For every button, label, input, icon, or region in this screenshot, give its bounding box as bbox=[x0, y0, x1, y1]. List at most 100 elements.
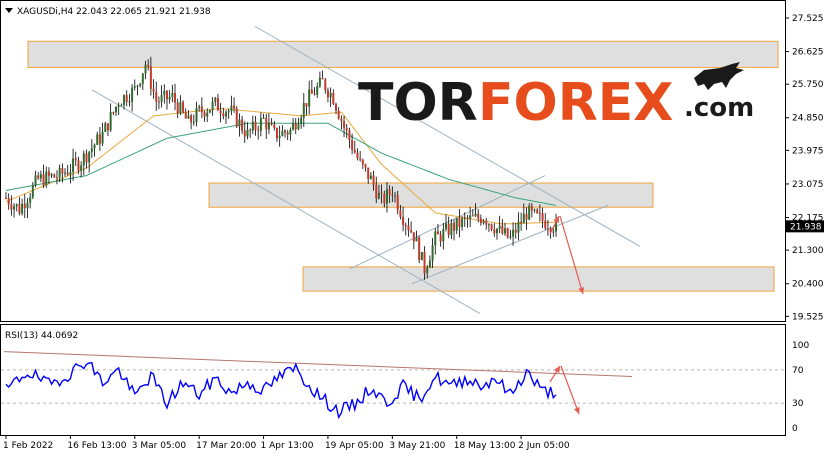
price-tick-label: 26.625 bbox=[792, 48, 824, 58]
candle-body bbox=[536, 209, 539, 213]
candle-body bbox=[431, 245, 434, 261]
candle-body bbox=[10, 204, 13, 210]
candle-body bbox=[216, 97, 219, 111]
candle-body bbox=[168, 96, 171, 100]
candle-body bbox=[139, 83, 142, 86]
candle-body bbox=[66, 172, 69, 175]
candle-body bbox=[238, 119, 241, 127]
candle-body bbox=[332, 92, 335, 105]
candle-body bbox=[13, 206, 16, 210]
candle-body bbox=[241, 119, 244, 131]
candle-body bbox=[310, 89, 313, 94]
candle-body bbox=[477, 213, 480, 219]
candle-body bbox=[80, 165, 83, 171]
candle-body bbox=[72, 158, 75, 172]
candle-body bbox=[361, 159, 364, 165]
candle-body bbox=[289, 129, 292, 135]
candle-body bbox=[163, 90, 166, 95]
candle-body bbox=[525, 213, 528, 220]
candle-body bbox=[546, 228, 549, 230]
time-tick-label: 3 May 21:00 bbox=[389, 441, 445, 451]
candle-body bbox=[15, 204, 18, 207]
candle-body bbox=[133, 86, 136, 88]
candle-body bbox=[211, 101, 214, 111]
candle-body bbox=[415, 237, 418, 242]
candle-body bbox=[125, 95, 128, 102]
price-tick-label: 24.850 bbox=[792, 114, 824, 124]
candle-body bbox=[55, 177, 58, 179]
candle-body bbox=[436, 231, 439, 235]
current-price-marker: 21.938 bbox=[786, 220, 824, 233]
candle-body bbox=[294, 123, 297, 130]
candle-body bbox=[469, 215, 472, 220]
candle-body bbox=[316, 86, 319, 95]
candle-body bbox=[528, 205, 531, 220]
candle-body bbox=[128, 101, 131, 103]
candle-body bbox=[58, 167, 61, 178]
candle-body bbox=[337, 110, 340, 119]
candle-body bbox=[420, 252, 423, 261]
candle-body bbox=[453, 222, 456, 231]
candle-body bbox=[455, 217, 458, 231]
candle-body bbox=[53, 174, 56, 178]
candle-body bbox=[230, 105, 233, 112]
candle-body bbox=[39, 174, 42, 179]
price-tick-label: 21.300 bbox=[792, 246, 824, 256]
candle-body bbox=[101, 131, 104, 144]
candle-body bbox=[104, 123, 107, 132]
candle-body bbox=[434, 231, 437, 246]
candle-body bbox=[259, 118, 262, 131]
chart-canvas: TOR FOREX .com XAGUSDi,H4 22.043 22.065 … bbox=[0, 0, 824, 451]
candle-body bbox=[300, 117, 303, 125]
candle-body bbox=[23, 203, 26, 209]
candle-body bbox=[225, 112, 227, 117]
symbol-header-text: XAGUSDi,H4 22.043 22.065 21.921 21.938 bbox=[17, 7, 211, 17]
candle-body bbox=[115, 106, 117, 113]
candle-body bbox=[93, 144, 96, 149]
candle-body bbox=[136, 85, 139, 87]
rsi-axis: 100 70 30 0 bbox=[792, 341, 809, 434]
candle-body bbox=[281, 130, 284, 136]
symbol-header: XAGUSDi,H4 22.043 22.065 21.921 21.938 bbox=[5, 7, 211, 17]
candle-body bbox=[249, 129, 252, 131]
candle-body bbox=[466, 218, 469, 220]
time-tick-label: 19 Apr 05:00 bbox=[325, 441, 384, 451]
candle-body bbox=[61, 167, 64, 174]
candle-body bbox=[343, 121, 346, 128]
rsi-tick-label: 30 bbox=[792, 399, 804, 409]
candle-body bbox=[506, 228, 509, 238]
candle-body bbox=[404, 224, 407, 226]
candle-body bbox=[324, 79, 327, 91]
candle-body bbox=[82, 153, 85, 166]
candle-body bbox=[21, 203, 24, 214]
price-axis: 27.52526.62525.75024.85023.97523.07522.1… bbox=[785, 14, 824, 322]
logo-forex: FOREX bbox=[478, 73, 673, 133]
candle-body bbox=[144, 64, 147, 74]
price-tick-label: 19.525 bbox=[792, 312, 824, 322]
candle-body bbox=[479, 218, 482, 224]
candle-body bbox=[74, 158, 77, 161]
candle-body bbox=[487, 224, 490, 226]
candle-body bbox=[388, 189, 391, 195]
logo-com: .com bbox=[684, 93, 754, 123]
candle-body bbox=[394, 195, 397, 197]
candle-body bbox=[447, 223, 450, 236]
candle-body bbox=[200, 106, 203, 113]
candle-body bbox=[302, 103, 305, 118]
time-tick-label: 16 Feb 13:00 bbox=[67, 441, 126, 451]
candle-body bbox=[187, 115, 190, 119]
candle-body bbox=[254, 121, 257, 130]
candle-body bbox=[7, 198, 10, 205]
price-tick-label: 23.075 bbox=[792, 180, 824, 190]
candle-body bbox=[233, 105, 236, 109]
candle-body bbox=[222, 113, 225, 117]
candle-body bbox=[18, 204, 21, 214]
candle-body bbox=[219, 110, 222, 114]
candle-body bbox=[428, 260, 431, 268]
candle-body bbox=[423, 252, 426, 274]
candle-body bbox=[335, 104, 337, 111]
candle-body bbox=[26, 202, 29, 209]
candle-body bbox=[359, 158, 362, 160]
candle-body bbox=[493, 229, 496, 234]
candle-body bbox=[348, 130, 351, 141]
